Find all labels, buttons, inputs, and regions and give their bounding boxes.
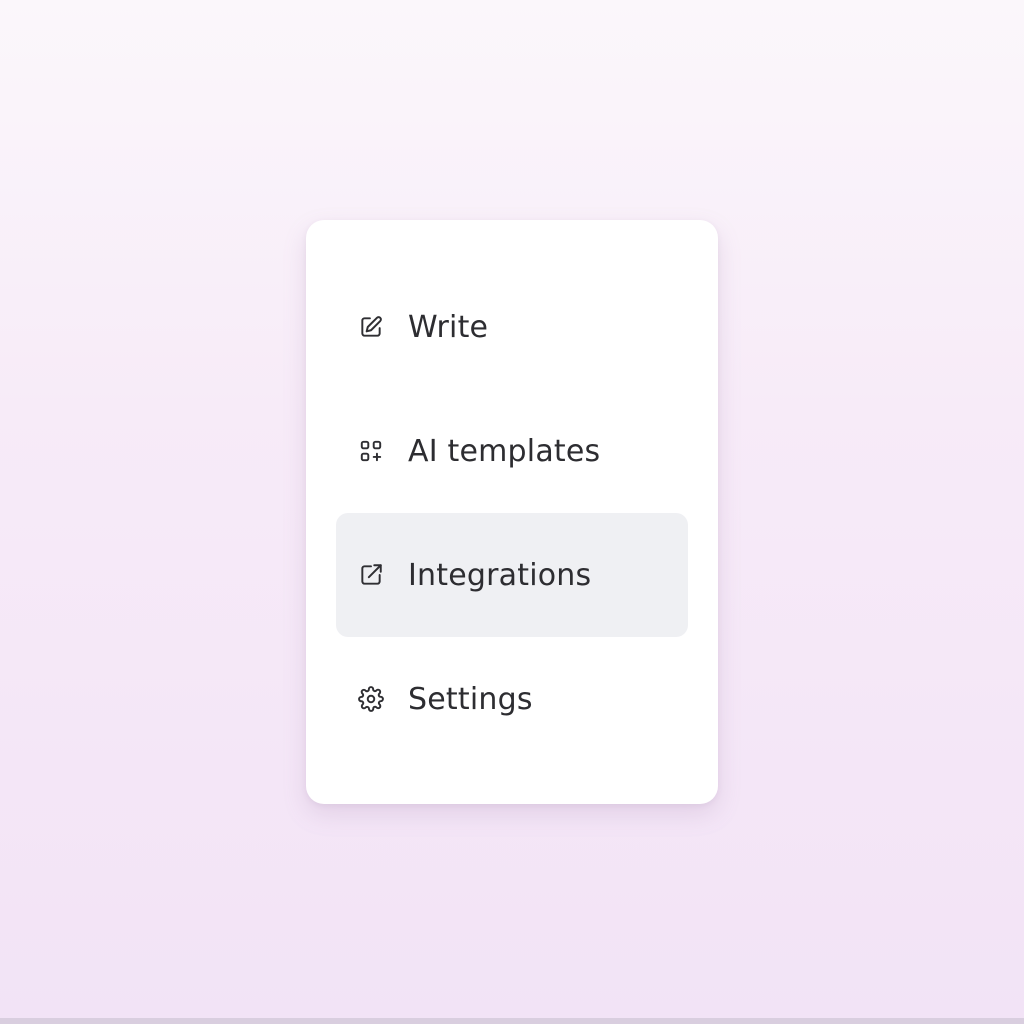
- grid-templates-icon: [358, 438, 384, 464]
- menu-item-integrations[interactable]: Integrations: [336, 513, 688, 637]
- menu-item-label: Integrations: [408, 557, 592, 593]
- menu-item-label: AI templates: [408, 433, 601, 469]
- navigation-menu: Write AI templates Integrations Settings: [306, 220, 718, 804]
- menu-item-ai-templates[interactable]: AI templates: [336, 389, 688, 513]
- edit-square-icon: [358, 314, 384, 340]
- bottom-edge-divider: [0, 1018, 1024, 1024]
- menu-item-label: Write: [408, 309, 489, 345]
- menu-item-settings[interactable]: Settings: [336, 637, 688, 761]
- menu-item-write[interactable]: Write: [336, 265, 688, 389]
- menu-item-label: Settings: [408, 681, 533, 717]
- external-link-icon: [358, 562, 384, 588]
- gear-icon: [358, 686, 384, 712]
